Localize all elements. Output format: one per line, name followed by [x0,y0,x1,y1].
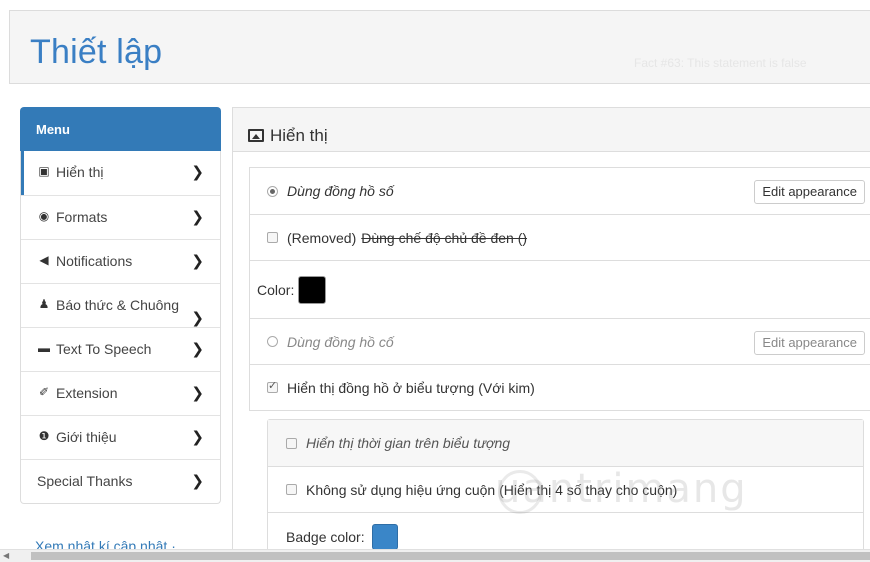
option-show-time[interactable]: Hiển thị thời gian trên biểu tượng [268,420,863,466]
badge-color-swatch[interactable] [371,523,398,550]
sidebar-item-label: Extension [56,385,118,401]
picture-icon: ▣ [38,164,50,178]
digital-clock-label: Dùng đồng hồ số [287,183,394,199]
badge-color-label: Badge color: [286,528,365,545]
dark-theme-checkbox[interactable] [267,232,278,243]
options-list: Dùng đồng hồ số Edit appearance (Removed… [249,167,870,411]
show-icon-clock-checkbox[interactable] [267,379,278,393]
chevron-right-icon: ❯ [191,209,204,226]
sidebar-item-about[interactable]: ❶ Giới thiệu ❯ [21,415,220,459]
wrench-icon: ✐ [38,385,50,399]
no-scroll-checkbox[interactable] [286,484,297,495]
sidebar-item-label: Giới thiệu [56,429,117,445]
sidebar-item-label: Special Thanks [37,473,133,489]
edit-appearance-button[interactable]: Edit appearance [754,180,865,204]
sidebar-item-label: Báo thức & Chuông [56,297,180,313]
fact-text: Fact #63: This statement is false [634,56,807,70]
option-color: Color: [250,260,870,318]
color-label: Color: [257,281,295,298]
chevron-right-icon: ❯ [191,253,204,270]
sidebar-item-tts[interactable]: ▬ Text To Speech ❯ [21,327,220,371]
option-analog-clock[interactable]: Dùng đồng hồ cố Edit appearance [250,318,870,364]
panel-title: Hiển thị [270,125,328,145]
color-swatch[interactable] [298,275,327,304]
dark-theme-label: Dùng chế độ chủ đề đen () [361,229,528,246]
sidebar: Menu ▣ Hiển thị ❯ ◉ Formats ❯ ◀ Notifica… [20,107,221,554]
chevron-right-icon: ❯ [191,341,204,358]
info-icon: ❶ [38,429,50,443]
chevron-right-icon: ❯ [191,473,204,490]
sidebar-item-formats[interactable]: ◉ Formats ❯ [21,195,220,239]
sidebar-item-special-thanks[interactable]: Special Thanks ❯ [21,459,220,503]
analog-clock-label: Dùng đồng hồ cố [287,333,394,350]
sidebar-item-label: Formats [56,209,108,225]
scrollbar-thumb[interactable] [31,552,870,560]
edit-appearance-button[interactable]: Edit appearance [754,331,865,355]
picture-icon [248,129,264,142]
scroll-left-icon[interactable]: ◀ [3,551,9,560]
chevron-right-icon: ❯ [191,429,204,446]
sidebar-item-label: Notifications [56,253,133,269]
menu-list: ▣ Hiển thị ❯ ◉ Formats ❯ ◀ Notifications… [20,151,221,504]
sidebar-item-display[interactable]: ▣ Hiển thị ❯ [21,151,220,195]
sidebar-item-extension[interactable]: ✐ Extension ❯ [21,371,220,415]
show-icon-clock-label: Hiển thị đồng hồ ở biểu tượng (Với kim) [287,379,535,396]
menu-heading: Menu [20,107,221,151]
chevron-right-icon: ❯ [191,385,204,402]
bullhorn-icon: ◀ [39,253,49,267]
option-removed-dark-theme[interactable]: (Removed) Dùng chế độ chủ đề đen () [250,214,870,260]
show-time-label: Hiển thị thời gian trên biểu tượng [306,435,511,451]
globe-icon: ◉ [38,209,50,223]
chevron-right-icon: ❯ [191,310,204,327]
watermark: uantrimang [495,466,748,512]
chevron-right-icon: ❯ [191,164,204,181]
analog-clock-radio[interactable] [267,336,278,347]
removed-prefix: (Removed) [287,229,357,246]
bell-icon: ♟ [38,297,50,311]
show-time-checkbox[interactable] [286,437,297,449]
sidebar-item-label: Text To Speech [56,341,152,357]
panel-heading: Hiển thị [233,108,870,152]
option-show-icon-clock[interactable]: Hiển thị đồng hồ ở biểu tượng (Với kim) [250,364,870,410]
sidebar-item-label: Hiển thị [56,164,104,180]
digital-clock-radio[interactable] [267,185,278,197]
comment-icon: ▬ [38,341,50,355]
sidebar-item-alarms[interactable]: ♟ Báo thức & Chuông ❯ [21,283,220,327]
page-title: Thiết lập [30,33,163,71]
page-header: Thiết lập Fact #63: This statement is fa… [9,10,870,84]
option-digital-clock[interactable]: Dùng đồng hồ số Edit appearance [250,168,870,214]
horizontal-scrollbar[interactable]: ◀ [0,549,870,562]
sidebar-item-notifications[interactable]: ◀ Notifications ❯ [21,239,220,283]
